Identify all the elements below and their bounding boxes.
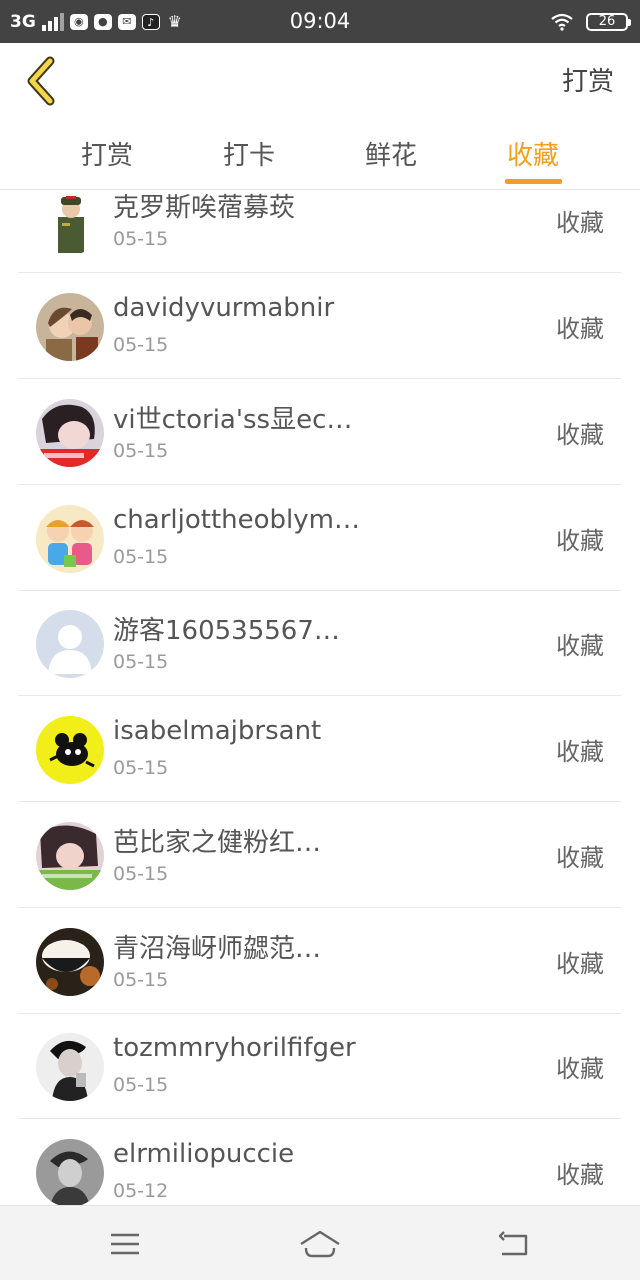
reward-header-button[interactable]: 打赏 [562,61,614,98]
favorites-list: 克罗斯唉蓿募莰 05-15 收藏 davidyvurmabnir 05-15 收… [0,190,640,1205]
favorite-label: 收藏 [556,1055,604,1083]
tab-reward[interactable]: 打赏 [62,135,152,172]
user-name: vi世ctoria'ss显ec… [113,405,353,435]
tab-flowers[interactable]: 鲜花 [346,135,436,172]
list-item[interactable]: 游客160535567… 05-15 收藏 [18,590,621,696]
list-item[interactable]: vi世ctoria'ss显ec… 05-15 收藏 [18,379,621,485]
wifi-icon [551,13,573,31]
item-date: 05-15 [113,334,169,356]
favorite-label: 收藏 [556,527,604,555]
user-name: 克罗斯唉蓿募莰 [113,193,296,223]
user-name: 芭比家之健粉红… [113,828,322,858]
menu-button[interactable] [103,1224,147,1264]
item-date: 05-15 [113,1074,169,1096]
system-nav-bar [0,1205,640,1280]
favorite-label: 收藏 [556,315,604,343]
man-bw-avatar [36,1033,104,1101]
status-right: 26 [550,0,631,43]
back-button[interactable] [22,55,66,107]
cartoon-kids-avatar [36,505,104,573]
rice-bowl-avatar [36,928,104,996]
battery-icon: 26 [586,12,631,31]
status-bar: 3G ◉ ● ✉ ♪ ♛ 09:04 26 [0,0,640,43]
item-date: 05-15 [113,969,169,991]
user-name: davidyvurmabnir [113,293,335,323]
list-item[interactable]: 青沼海岈师勰范… 05-15 收藏 [18,908,621,1014]
girl-pink-avatar [36,822,104,890]
list-item[interactable]: 克罗斯唉蓿募莰 05-15 收藏 [18,190,621,273]
user-name: elrmiliopuccie [113,1139,295,1169]
user-name: 游客160535567… [113,616,340,646]
back-icon [498,1231,528,1256]
list-item[interactable]: isabelmajbrsant 05-15 收藏 [18,696,621,802]
user-name: isabelmajbrsant [113,716,322,746]
man-grey-avatar [36,1139,104,1205]
item-date: 05-15 [113,863,169,885]
chevron-left-icon [27,56,55,106]
favorite-label: 收藏 [556,209,604,237]
girl-photo-avatar [36,399,104,467]
home-button[interactable] [298,1224,342,1264]
user-name: tozmmryhorilfifger [113,1033,356,1063]
user-name: charljottheoblym… [113,505,360,535]
favorite-label: 收藏 [556,421,604,449]
item-date: 05-15 [113,228,169,250]
cartoon-bear-avatar [36,716,104,784]
tab-favorites[interactable]: 收藏 [488,135,578,172]
item-date: 05-15 [113,440,169,462]
favorite-label: 收藏 [556,1161,604,1189]
item-date: 05-15 [113,651,169,673]
favorite-label: 收藏 [556,738,604,766]
item-date: 05-15 [113,546,169,568]
menu-icon [111,1233,139,1255]
list-item[interactable]: davidyvurmabnir 05-15 收藏 [18,273,621,379]
default-user-avatar [36,610,104,678]
favorite-label: 收藏 [556,632,604,660]
tab-checkin[interactable]: 打卡 [204,135,294,172]
list-item[interactable]: 芭比家之健粉红… 05-15 收藏 [18,802,621,908]
list-item[interactable]: tozmmryhorilfifger 05-15 收藏 [18,1013,621,1119]
status-time: 09:04 [289,9,351,33]
list-item[interactable]: charljottheoblym… 05-15 收藏 [18,485,621,591]
tab-active-indicator [505,179,562,184]
couple-avatar [36,293,104,361]
soldier-avatar [36,190,104,255]
list-item[interactable]: elrmiliopuccie 05-12 收藏 [18,1119,621,1205]
favorite-label: 收藏 [556,844,604,872]
item-date: 05-12 [113,1180,169,1202]
tab-bar: 打赏 打卡 鲜花 收藏 [0,121,640,190]
header: 打赏 [0,43,640,121]
user-name: 青沼海岈师勰范… [113,934,322,964]
home-icon [300,1230,340,1258]
favorite-label: 收藏 [556,950,604,978]
item-date: 05-15 [113,757,169,779]
back-nav-button[interactable] [494,1224,538,1264]
